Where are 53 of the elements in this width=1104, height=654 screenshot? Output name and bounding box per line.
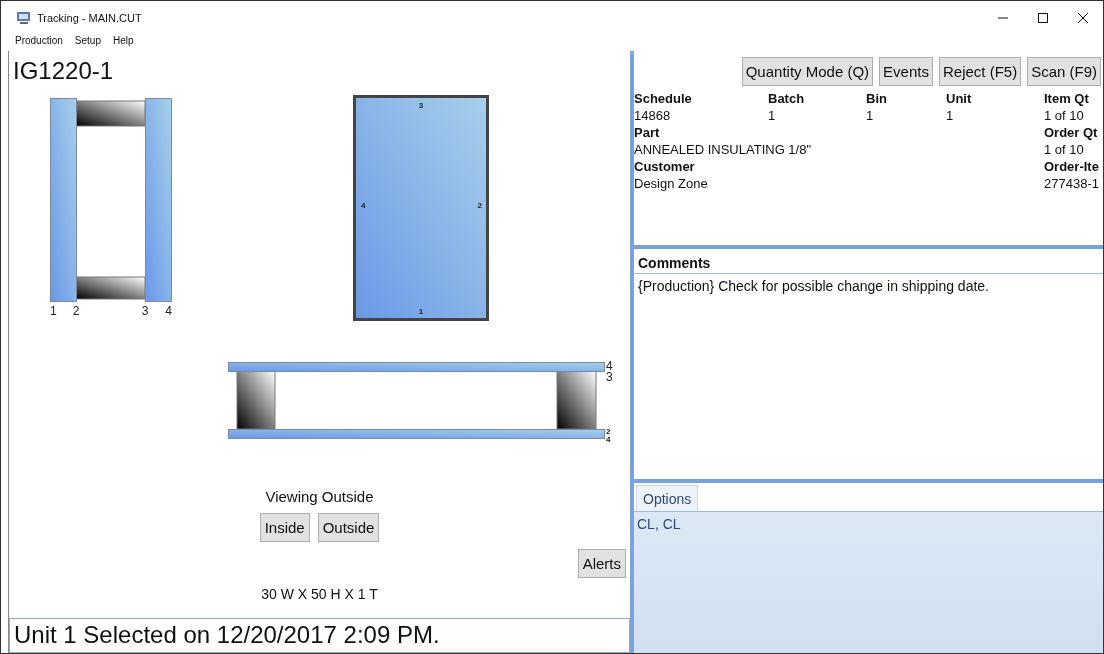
field-value: 1 of 10 [1044,107,1085,124]
maximize-icon [1038,13,1048,23]
menu-item[interactable]: Production [15,35,63,51]
toolbar-button[interactable]: Events [879,57,933,86]
edge-number: 4 [606,435,611,444]
app-icon [17,12,30,24]
edge-number: 3 [418,101,424,110]
minimize-icon [998,17,1008,19]
edge-number: 1 [418,307,424,316]
edge-number: 3 [606,370,613,384]
alerts-button[interactable]: Alerts [577,549,626,578]
toolbar-button[interactable]: Reject (F5) [938,57,1022,86]
field-label: Schedule [634,90,693,107]
dimensions-label: 30 W X 50 H X 1 T [261,586,378,602]
comment-text: {Production} Check for possible change in shipping date. [637,277,990,296]
menu-item[interactable]: Setup [74,35,101,51]
edge-number: 4 [165,304,172,318]
field-label: Unit [946,90,973,107]
toolbar-button[interactable]: Quantity Mode (Q) [741,57,874,86]
toolbar-button[interactable]: Scan (F9) [1027,57,1101,86]
options-tab[interactable]: Options [636,485,699,511]
edge-number: 4 [361,201,366,210]
field-label: Bin [866,90,888,107]
field-label: Batch [768,90,806,107]
close-icon [1078,13,1088,23]
field-value: 1 [768,107,777,124]
view-button[interactable]: Inside [259,513,310,542]
field-value: 1 [866,107,875,124]
unit-id-heading: IG1220-1 [12,56,115,86]
edge-number: 2 [477,201,482,210]
comments-heading: Comments [634,249,1103,274]
field-label: Part [634,124,661,141]
status-bar: Unit 1 Selected on 12/20/2017 2:09 PM. [9,618,630,653]
field-label: Order Qt [1044,124,1099,141]
edge-number: 3 [141,304,149,318]
view-button[interactable]: Outside [317,513,380,542]
field-value: ANNEALED INSULATING 1/8" [634,141,813,158]
menu-item[interactable]: Help [112,35,134,51]
options-text: CL, CL [634,512,1103,653]
field-value: Design Zone [634,175,709,192]
edge-number: 2 [606,427,611,436]
field-label: Customer [634,158,696,175]
field-value: 1 [946,107,955,124]
field-value: 277438-1 [1044,175,1100,192]
field-value: 14868 [634,107,672,124]
viewing-label: Viewing Outside [265,488,374,505]
edge-number: 2 [72,304,80,318]
field-value: 1 of 10 [1044,141,1085,158]
edge-number: 1 [50,304,57,318]
field-label: Item Qt [1044,90,1090,107]
edge-number: 4 [606,359,613,373]
window-title: Tracking - MAIN.CUT [37,12,143,24]
field-label: Order-Ite [1044,158,1100,175]
